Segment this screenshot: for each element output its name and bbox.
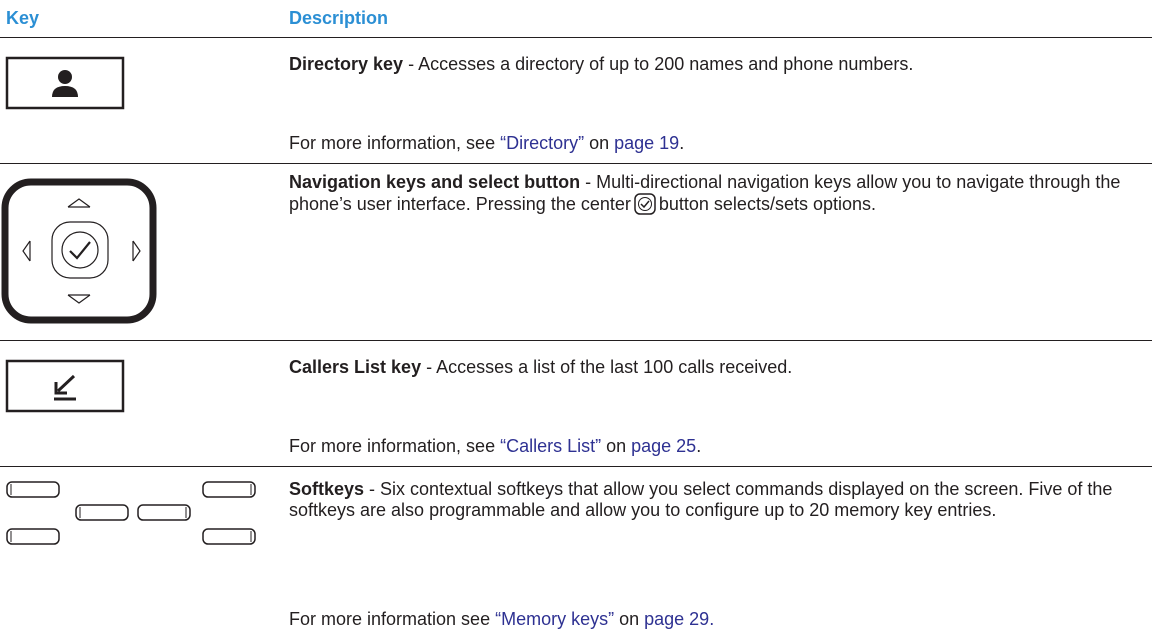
callers-list-more-mid: on (601, 436, 632, 456)
callers-list-page-link[interactable]: page 25 (631, 436, 696, 456)
softkeys-text: - Six contextual softkeys that allow you… (289, 479, 1113, 520)
directory-more-info: For more information, see “Directory” on… (289, 133, 684, 154)
callers-list-more-info: For more information, see “Callers List”… (289, 436, 701, 457)
table-row-directory: Directory key - Accesses a directory of … (0, 38, 1152, 163)
callers-list-section-link[interactable]: “Callers List” (500, 436, 601, 456)
callers-list-more-suffix: . (696, 436, 702, 456)
navigation-title: Navigation keys and select button (289, 172, 581, 192)
callers-list-description: Callers List key - Accesses a list of th… (289, 357, 1139, 378)
callers-list-more-prefix: For more information, see (289, 436, 501, 456)
directory-section-link[interactable]: “Directory” (500, 133, 584, 153)
directory-page-link[interactable]: page 19 (614, 133, 679, 153)
softkeys-section-link[interactable]: “Memory keys” (495, 609, 614, 629)
softkeys-title: Softkeys (289, 479, 365, 499)
column-header-key: Key (6, 8, 40, 28)
person-icon (5, 56, 125, 110)
select-button-icon (634, 193, 656, 220)
callers-list-icon (5, 359, 125, 413)
table-row-callers-list: Callers List key - Accesses a list of th… (0, 341, 1152, 466)
callers-list-text: - Accesses a list of the last 100 calls … (421, 357, 793, 377)
softkeys-more-info: For more information see “Memory keys” o… (289, 609, 714, 630)
directory-title: Directory key (289, 54, 404, 74)
softkeys-more-prefix: For more information see (289, 609, 496, 629)
navigation-pad-icon (1, 178, 157, 324)
softkeys-icon (6, 481, 256, 545)
softkeys-page-link[interactable]: page 29. (644, 609, 714, 629)
table-row-navigation: Navigation keys and select button - Mult… (0, 164, 1152, 340)
directory-text: - Accesses a directory of up to 200 name… (403, 54, 914, 74)
key-description-table: Key Description Directory key - Accesses… (0, 0, 1152, 640)
directory-description: Directory key - Accesses a directory of … (289, 54, 1139, 75)
softkeys-more-mid: on (614, 609, 645, 629)
directory-more-prefix: For more information, see (289, 133, 501, 153)
navigation-description: Navigation keys and select button - Mult… (289, 172, 1139, 220)
table-header: Key Description (0, 0, 1152, 37)
callers-list-title: Callers List key (289, 357, 422, 377)
softkeys-description: Softkeys - Six contextual softkeys that … (289, 479, 1139, 521)
directory-more-suffix: . (679, 133, 685, 153)
table-row-softkeys: Softkeys - Six contextual softkeys that … (0, 467, 1152, 640)
directory-more-mid: on (584, 133, 615, 153)
navigation-text-b: button selects/sets options. (658, 194, 876, 214)
column-header-description: Description (289, 8, 389, 28)
